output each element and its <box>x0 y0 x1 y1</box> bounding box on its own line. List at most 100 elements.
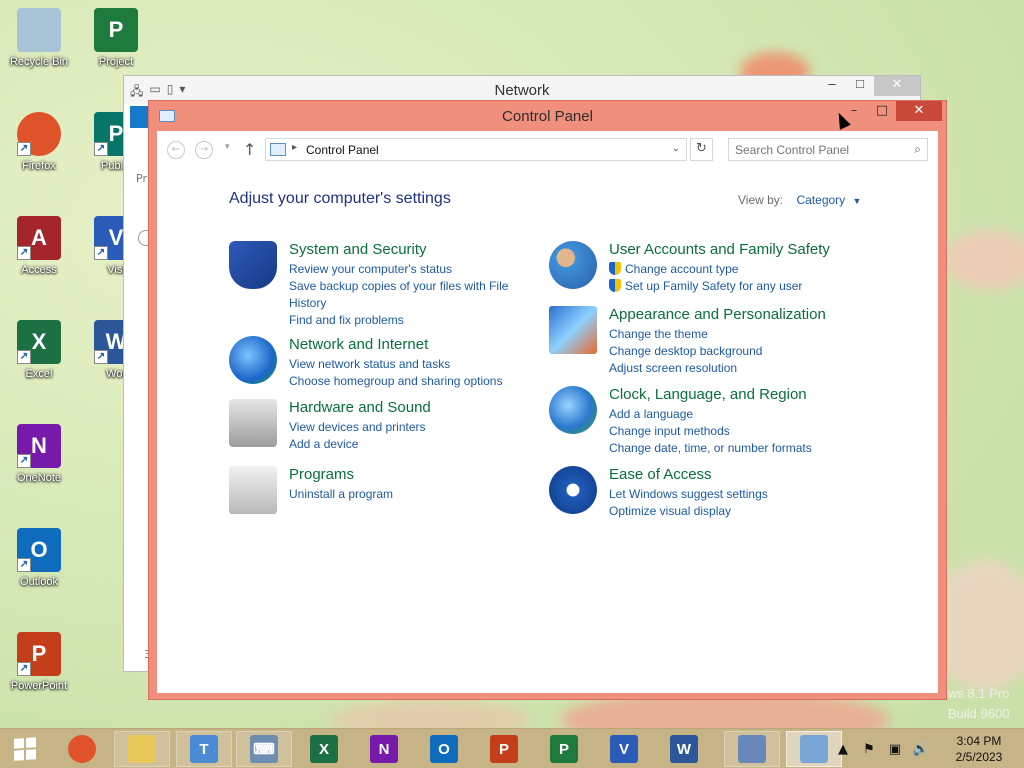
taskbar-teams[interactable]: T <box>176 731 232 767</box>
category-link-text[interactable]: Let Windows suggest settings <box>609 487 768 501</box>
category-link-text[interactable]: View devices and printers <box>289 420 426 434</box>
category-title[interactable]: Network and Internet <box>289 336 428 353</box>
category-link-text[interactable]: Choose homegroup and sharing options <box>289 374 502 388</box>
desktop-icon-outlook[interactable]: O ↗ Outlook <box>2 528 76 588</box>
address-dropdown-icon[interactable]: ⌄ <box>672 143 680 154</box>
appearance-monitor-icon[interactable] <box>549 306 597 354</box>
taskbar-powerpoint[interactable]: P <box>476 731 532 767</box>
desktop-icon-powerpoint[interactable]: P ↗ PowerPoint <box>2 632 76 692</box>
category-link-text[interactable]: Add a device <box>289 437 358 451</box>
programs-box-icon[interactable] <box>229 466 277 514</box>
category-link[interactable]: Let Windows suggest settings <box>609 486 768 503</box>
show-hidden-icons-icon[interactable]: ▲ <box>834 742 852 757</box>
category-link[interactable]: Choose homegroup and sharing options <box>289 373 502 390</box>
network-maximize-button[interactable]: □ <box>846 76 874 96</box>
category-link-text[interactable]: Add a language <box>609 407 693 421</box>
taskbar-visio[interactable]: V <box>596 731 652 767</box>
desktop-icon-project[interactable]: P Project <box>79 8 153 68</box>
control-panel-title-bar[interactable]: Control Panel – □ ✕ <box>149 101 946 131</box>
category-title[interactable]: Appearance and Personalization <box>609 306 826 323</box>
taskbar-file-explorer[interactable] <box>114 731 170 767</box>
volume-icon[interactable]: 🔊 <box>912 742 930 757</box>
taskbar-project[interactable]: P <box>536 731 592 767</box>
desktop-icon-excel[interactable]: X ↗ Excel <box>2 320 76 380</box>
clock-globe-icon[interactable] <box>549 386 597 434</box>
category-link[interactable]: Change desktop background <box>609 343 762 360</box>
category-title[interactable]: Hardware and Sound <box>289 399 431 416</box>
category-link[interactable]: Optimize visual display <box>609 503 768 520</box>
hardware-sound-printer-icon[interactable] <box>229 399 277 447</box>
recent-locations-icon[interactable]: ▾ <box>225 142 230 152</box>
category-link[interactable]: View network status and tasks <box>289 356 502 373</box>
category-link-text[interactable]: Change input methods <box>609 424 730 438</box>
desktop-icon-recycle-bin[interactable]: Recycle Bin <box>2 8 76 68</box>
user-accounts-icon[interactable] <box>549 241 597 289</box>
breadcrumb-control-panel[interactable]: Control Panel <box>306 143 379 157</box>
category-link[interactable]: Change date, time, or number formats <box>609 440 812 457</box>
category-link[interactable]: Uninstall a program <box>289 486 393 503</box>
category-link[interactable]: Change the theme <box>609 326 762 343</box>
maximize-button[interactable]: □ <box>868 101 896 121</box>
category-link-text[interactable]: Optimize visual display <box>609 504 731 518</box>
taskbar-onenote[interactable]: N <box>356 731 412 767</box>
breadcrumb-chevron-icon[interactable]: ▸ <box>292 142 297 153</box>
desktop-icon-onenote[interactable]: N ↗ OneNote <box>2 424 76 484</box>
category-link-text[interactable]: View network status and tasks <box>289 357 450 371</box>
taskbar-on-screen-keyboard[interactable]: ⌨ <box>236 731 292 767</box>
category-link-text[interactable]: Find and fix problems <box>289 313 404 327</box>
network-close-button[interactable]: ✕ <box>874 76 920 96</box>
taskbar-firefox[interactable] <box>54 731 110 767</box>
category-link-text[interactable]: Change account type <box>625 262 738 276</box>
action-center-flag-icon[interactable]: ⚑ <box>860 742 878 757</box>
category-link-text[interactable]: Save backup copies of your files with Fi… <box>289 279 508 293</box>
forward-button[interactable]: → <box>195 141 213 159</box>
category-link-text[interactable]: Uninstall a program <box>289 487 393 501</box>
category-link[interactable]: History <box>289 295 508 312</box>
file-tab[interactable] <box>130 106 150 128</box>
category-title[interactable]: System and Security <box>289 241 427 258</box>
category-link-text[interactable]: Set up Family Safety for any user <box>625 279 802 293</box>
search-icon[interactable]: ⌕ <box>914 142 921 157</box>
category-link-text[interactable]: Change the theme <box>609 327 708 341</box>
category-link[interactable]: Add a device <box>289 436 426 453</box>
close-button[interactable]: ✕ <box>896 101 942 121</box>
taskbar-word[interactable]: W <box>656 731 712 767</box>
system-security-shield-icon[interactable] <box>229 241 277 289</box>
address-bar[interactable]: ▸ Control Panel ⌄ <box>265 138 687 161</box>
view-by-dropdown[interactable]: Category <box>796 193 845 207</box>
taskbar-network[interactable] <box>724 731 780 767</box>
category-link-text[interactable]: Adjust screen resolution <box>609 361 737 375</box>
network-tray-icon[interactable]: ▣ <box>886 742 904 757</box>
category-link[interactable]: Save backup copies of your files with Fi… <box>289 278 508 295</box>
start-button[interactable] <box>0 729 50 768</box>
category-link[interactable]: Change account type <box>609 261 802 278</box>
category-link[interactable]: Adjust screen resolution <box>609 360 762 377</box>
network-minimize-button[interactable]: – <box>818 76 846 96</box>
category-link-text[interactable]: Review your computer's status <box>289 262 452 276</box>
category-link-text[interactable]: Change desktop background <box>609 344 762 358</box>
category-link[interactable]: Review your computer's status <box>289 261 508 278</box>
category-title[interactable]: Ease of Access <box>609 466 712 483</box>
category-link-text[interactable]: History <box>289 296 326 310</box>
category-link[interactable]: Change input methods <box>609 423 812 440</box>
network-internet-globe-icon[interactable] <box>229 336 277 384</box>
search-input[interactable] <box>735 140 905 160</box>
category-title[interactable]: Clock, Language, and Region <box>609 386 807 403</box>
desktop-icon-firefox[interactable]: ↗ Firefox <box>2 112 76 172</box>
up-arrow-icon[interactable]: ↑ <box>243 140 256 159</box>
category-title[interactable]: Programs <box>289 466 354 483</box>
desktop-icon-access[interactable]: A ↗ Access <box>2 216 76 276</box>
category-link[interactable]: Find and fix problems <box>289 312 508 329</box>
category-link[interactable]: Set up Family Safety for any user <box>609 278 802 295</box>
ease-of-access-icon[interactable] <box>549 466 597 514</box>
category-title[interactable]: User Accounts and Family Safety <box>609 241 830 258</box>
search-box[interactable]: ⌕ <box>728 138 928 161</box>
refresh-button[interactable]: ↻ <box>690 138 713 161</box>
category-link[interactable]: View devices and printers <box>289 419 426 436</box>
back-button[interactable]: ← <box>167 141 185 159</box>
taskbar-excel[interactable]: X <box>296 731 352 767</box>
taskbar-outlook[interactable]: O <box>416 731 472 767</box>
category-link[interactable]: Add a language <box>609 406 812 423</box>
control-panel-window[interactable]: Control Panel – □ ✕ ← → ▾ ↑ ▸ Control Pa… <box>148 100 947 700</box>
category-link-text[interactable]: Change date, time, or number formats <box>609 441 812 455</box>
